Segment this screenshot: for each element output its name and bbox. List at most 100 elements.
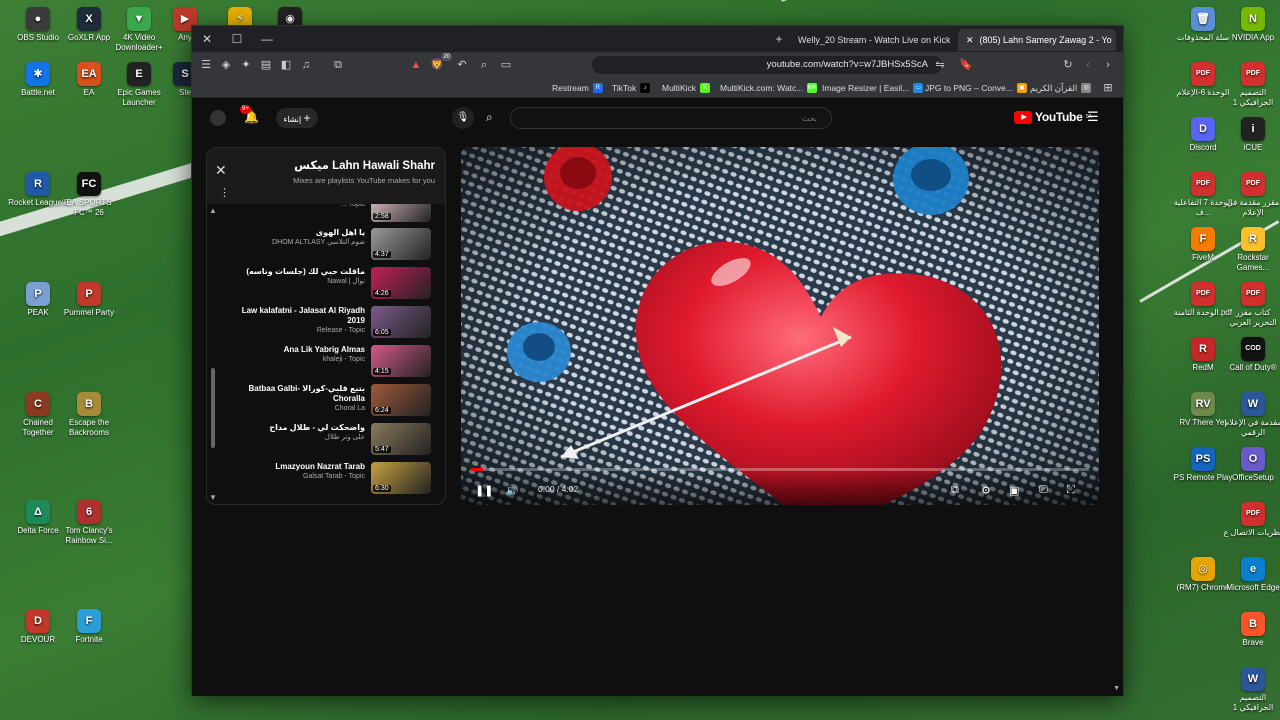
youtube-logo[interactable]: YouTube SA xyxy=(1014,110,1092,124)
hamburger-menu-icon[interactable]: ☰ xyxy=(1087,109,1099,125)
video-player[interactable]: ❚❚ 🔊 0:00 / 4:02 ⧉ ⚙ ▣ ⎚ ⛶ xyxy=(461,147,1099,505)
desktop-icon[interactable]: N NVIDIA App xyxy=(1223,7,1280,43)
close-window-icon[interactable]: ✕ xyxy=(198,30,216,48)
volume-icon[interactable]: 🔊 xyxy=(505,484,519,497)
desktop-icon-label: DEVOUR xyxy=(20,635,56,644)
playlist-scrollbar[interactable] xyxy=(211,368,215,448)
extension-icon[interactable]: ✦ xyxy=(238,57,254,73)
search-icon[interactable]: ⌕ xyxy=(486,110,493,125)
desktop-icon[interactable]: PDF كتاب مقرر التحرير العربي xyxy=(1223,282,1280,328)
playlist-item-channel: Nawal | نوال xyxy=(327,278,365,285)
playlist-header: ✕ ⋮ ميكس Lahn Hawali Shahr Mixes are pla… xyxy=(207,148,445,204)
settings-gear-icon[interactable]: ⚙ xyxy=(981,484,991,497)
scroll-down-icon[interactable]: ▼ xyxy=(209,493,217,502)
bookmark-item[interactable]: TikTok ♪ xyxy=(612,81,651,95)
app-icon: PDF xyxy=(1241,172,1265,196)
desktop-icon[interactable]: O OfficeSetup xyxy=(1223,447,1280,483)
desktop-icon[interactable]: R Rockstar Games... xyxy=(1223,227,1280,273)
desktop-icon[interactable]: W مقدمة في الإعلام الرقمي xyxy=(1223,392,1280,438)
playlist-item-thumbnail: 6:05 xyxy=(371,306,431,338)
desktop-icon[interactable]: P Pummel Party xyxy=(59,282,119,318)
new-tab-icon[interactable]: + xyxy=(770,30,788,48)
playlist-item[interactable]: Law kalafatni - Jalasat Al Riyadh 2019 Re… xyxy=(207,302,445,341)
search-input[interactable] xyxy=(510,107,832,129)
scroll-up-icon[interactable]: ▲ xyxy=(209,206,217,215)
app-icon: PDF xyxy=(1191,282,1215,306)
desktop-icon[interactable]: PDF مقرر مقدمة في الإعلام xyxy=(1223,172,1280,218)
playlist-item-channel: DHOM ALTLASY ضوم التلاسي xyxy=(272,239,365,246)
share-icon[interactable]: ↶ xyxy=(454,57,470,73)
cast-icon[interactable]: ▭ xyxy=(498,57,514,73)
playlist-item[interactable]: واضحكت لي - طلال مداح على وتر طلال 5:47 xyxy=(207,419,445,458)
bookmark-item[interactable]: MultiKick K xyxy=(662,81,711,95)
forward-icon[interactable]: › xyxy=(1100,57,1116,73)
app-icon: FC xyxy=(77,172,101,196)
sidebar-icon[interactable]: ◧ xyxy=(278,57,294,73)
playlist-item-channel: Release - Topic xyxy=(316,327,365,334)
create-button[interactable]: إنشاء + xyxy=(276,108,318,128)
browser-window: ✕ ☐ — + Welly_20 Stream - Watch Live on … xyxy=(191,25,1124,696)
screenshot-icon[interactable]: ⧉ xyxy=(330,57,346,73)
close-tab-icon[interactable]: ✕ xyxy=(966,35,974,46)
bookmark-item[interactable]: القرآن الكريم ◎ xyxy=(1030,81,1092,95)
miniplayer-icon[interactable]: ▣ xyxy=(1009,484,1019,497)
back-icon[interactable]: ‹ xyxy=(1080,57,1096,73)
playlist-item[interactable]: ماقلت حبي لك (جلسات وناسه) Nawal | نوال 4:… xyxy=(207,263,445,302)
bookmark-item[interactable]: MultiKick.com: Watc... MK xyxy=(720,81,818,95)
more-options-icon[interactable]: ⋮ xyxy=(219,186,230,199)
playlist-item[interactable]: يا اهل الهوى DHOM ALTLASY ضوم التلاسي 4:37 xyxy=(207,224,445,263)
progress-bar[interactable] xyxy=(471,468,1089,471)
desktop-icon[interactable]: PDF نظريات الاتصال ع xyxy=(1223,502,1280,538)
subtitles-icon[interactable]: ⧉ xyxy=(951,484,959,497)
desktop-icon[interactable]: i iCUE xyxy=(1223,117,1280,153)
desktop-icon[interactable]: B Escape the Backrooms xyxy=(59,392,119,438)
menu-icon[interactable]: ☰ xyxy=(198,57,214,73)
mic-icon[interactable]: 🎙 xyxy=(452,107,474,129)
site-settings-icon[interactable]: ⇋ xyxy=(932,57,948,73)
desktop-icon[interactable]: PDF التصميم الجرافيكي 1 xyxy=(1223,62,1280,108)
desktop-icon[interactable]: W التصميم الجرافيكي 1 xyxy=(1223,667,1280,713)
bookmark-item[interactable]: Image Resizer | Easil... ▭ xyxy=(822,81,924,95)
reload-icon[interactable]: ↻ xyxy=(1060,57,1076,73)
apps-grid-icon[interactable]: ⊞ xyxy=(1100,80,1116,96)
address-bar[interactable]: youtube.com/watch?v=w7JBHSx5ScA xyxy=(592,56,942,74)
bookmark-icon[interactable]: 🔖 xyxy=(958,57,974,73)
playlist-item-duration: 6:30 xyxy=(373,485,391,492)
tabs-icon[interactable]: ▤ xyxy=(258,57,274,73)
fullscreen-icon[interactable]: ⛶ xyxy=(1067,484,1075,497)
avatar[interactable] xyxy=(210,110,226,126)
pause-icon[interactable]: ❚❚ xyxy=(475,484,493,497)
tab-kick-stream[interactable]: Welly_20 Stream - Watch Live on Kick xyxy=(790,29,950,51)
bookmark-item[interactable]: Restream R xyxy=(552,81,603,95)
warning-icon[interactable]: ▲ xyxy=(408,57,424,73)
playlist-item[interactable]: Ana Lik Yabrig Almas khaleji - Topic 4:15 xyxy=(207,341,445,380)
bookmark-item[interactable]: JPG to PNG – Conve... ▣ xyxy=(925,81,1027,95)
bookmark-icon: K xyxy=(700,83,711,93)
minimize-icon[interactable]: — xyxy=(258,30,276,48)
desktop-icon[interactable]: 6 Tom Clancy's Rainbow Si... xyxy=(59,500,119,546)
maximize-icon[interactable]: ☐ xyxy=(228,30,246,48)
notifications-icon[interactable]: 🔔 9+ xyxy=(240,105,259,124)
app-icon: R xyxy=(1241,227,1265,251)
page-scroll-down-icon[interactable]: ▼ xyxy=(1113,685,1120,692)
playlist-item-title: واضحكت لي - طلال مداح xyxy=(269,423,365,432)
desktop-icon[interactable]: B Brave xyxy=(1223,612,1280,648)
zoom-icon[interactable]: ⌕ xyxy=(476,57,492,73)
playlist-item[interactable]: ... Topic 2:58 xyxy=(207,204,445,224)
desktop-icon-label: Rockstar Games... xyxy=(1236,253,1270,272)
playlist-item[interactable]: Lmazyoun Nazrat Tarab Galsat Tarab - Topi… xyxy=(207,458,445,497)
desktop-icon[interactable]: FC EA SPORTS FC™ 26 xyxy=(59,172,119,218)
desktop-icon[interactable]: F Fortnite xyxy=(59,609,119,645)
music-icon[interactable]: ♫ xyxy=(298,57,314,73)
desktop-icon[interactable]: COD Call of Duty® xyxy=(1223,337,1280,373)
desktop-icon-label: iCUE xyxy=(1243,143,1263,152)
app-icon: 6 xyxy=(77,500,101,524)
tab-youtube[interactable]: ✕ (805) Lahn Samery Zawag 2 - Yo xyxy=(958,29,1116,51)
shield-icon[interactable]: ◈ xyxy=(218,57,234,73)
playlist-item[interactable]: Batbaa Galbi- بتبع قلبي-كورالا Choralla C… xyxy=(207,380,445,419)
brave-shields-icon[interactable]: 🦁 20 xyxy=(429,53,452,73)
desktop-icon[interactable]: e Microsoft Edge xyxy=(1223,557,1280,593)
desktop-icon-label: Battle.net xyxy=(21,88,55,97)
close-icon[interactable]: ✕ xyxy=(215,162,227,179)
cast-icon[interactable]: ⎚ xyxy=(1039,484,1048,497)
